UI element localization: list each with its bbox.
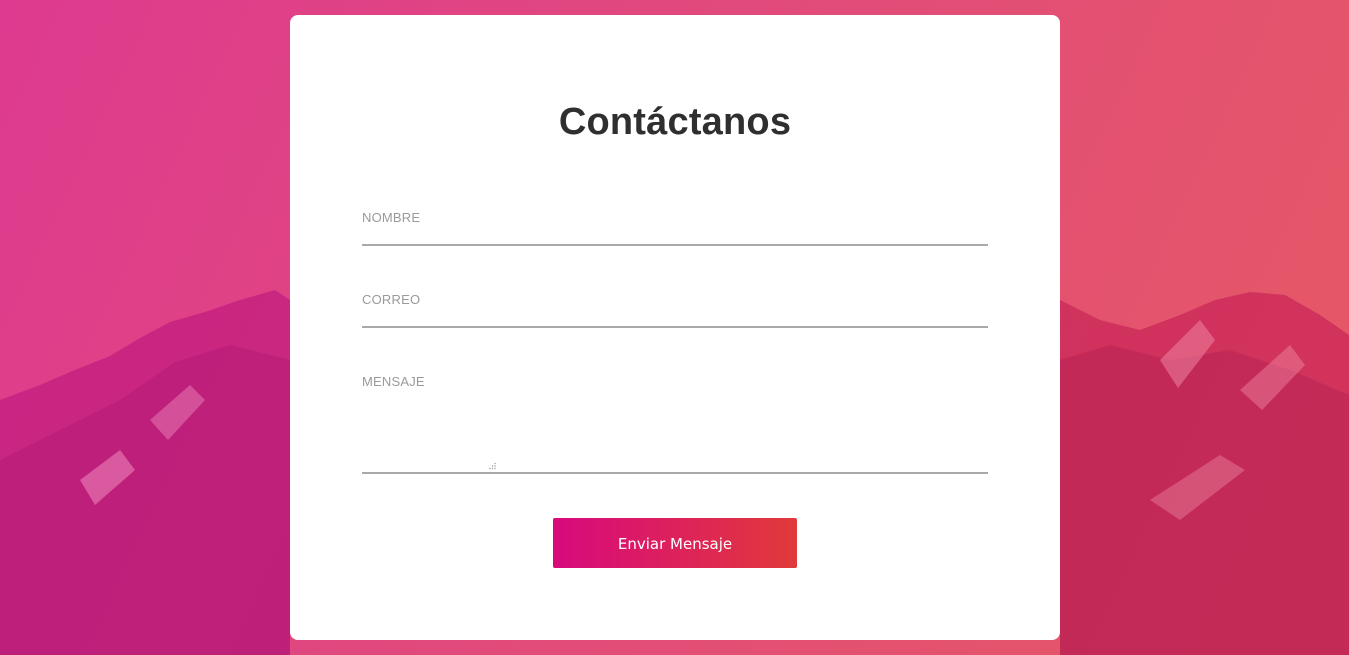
page-title: Contáctanos: [558, 101, 792, 143]
email-field-label: CORREO: [362, 292, 421, 307]
resize-handle-icon[interactable]: [488, 462, 496, 470]
contact-card: Contáctanos NOMBRE CORREO MENSAJE Enviar…: [290, 15, 1060, 640]
send-message-button[interactable]: Enviar Mensaje: [553, 518, 797, 568]
email-field[interactable]: CORREO: [362, 283, 988, 328]
message-field-label: MENSAJE: [362, 374, 425, 389]
name-field-label: NOMBRE: [362, 210, 421, 225]
name-field[interactable]: NOMBRE: [362, 201, 988, 246]
message-textarea[interactable]: MENSAJE: [362, 365, 988, 474]
